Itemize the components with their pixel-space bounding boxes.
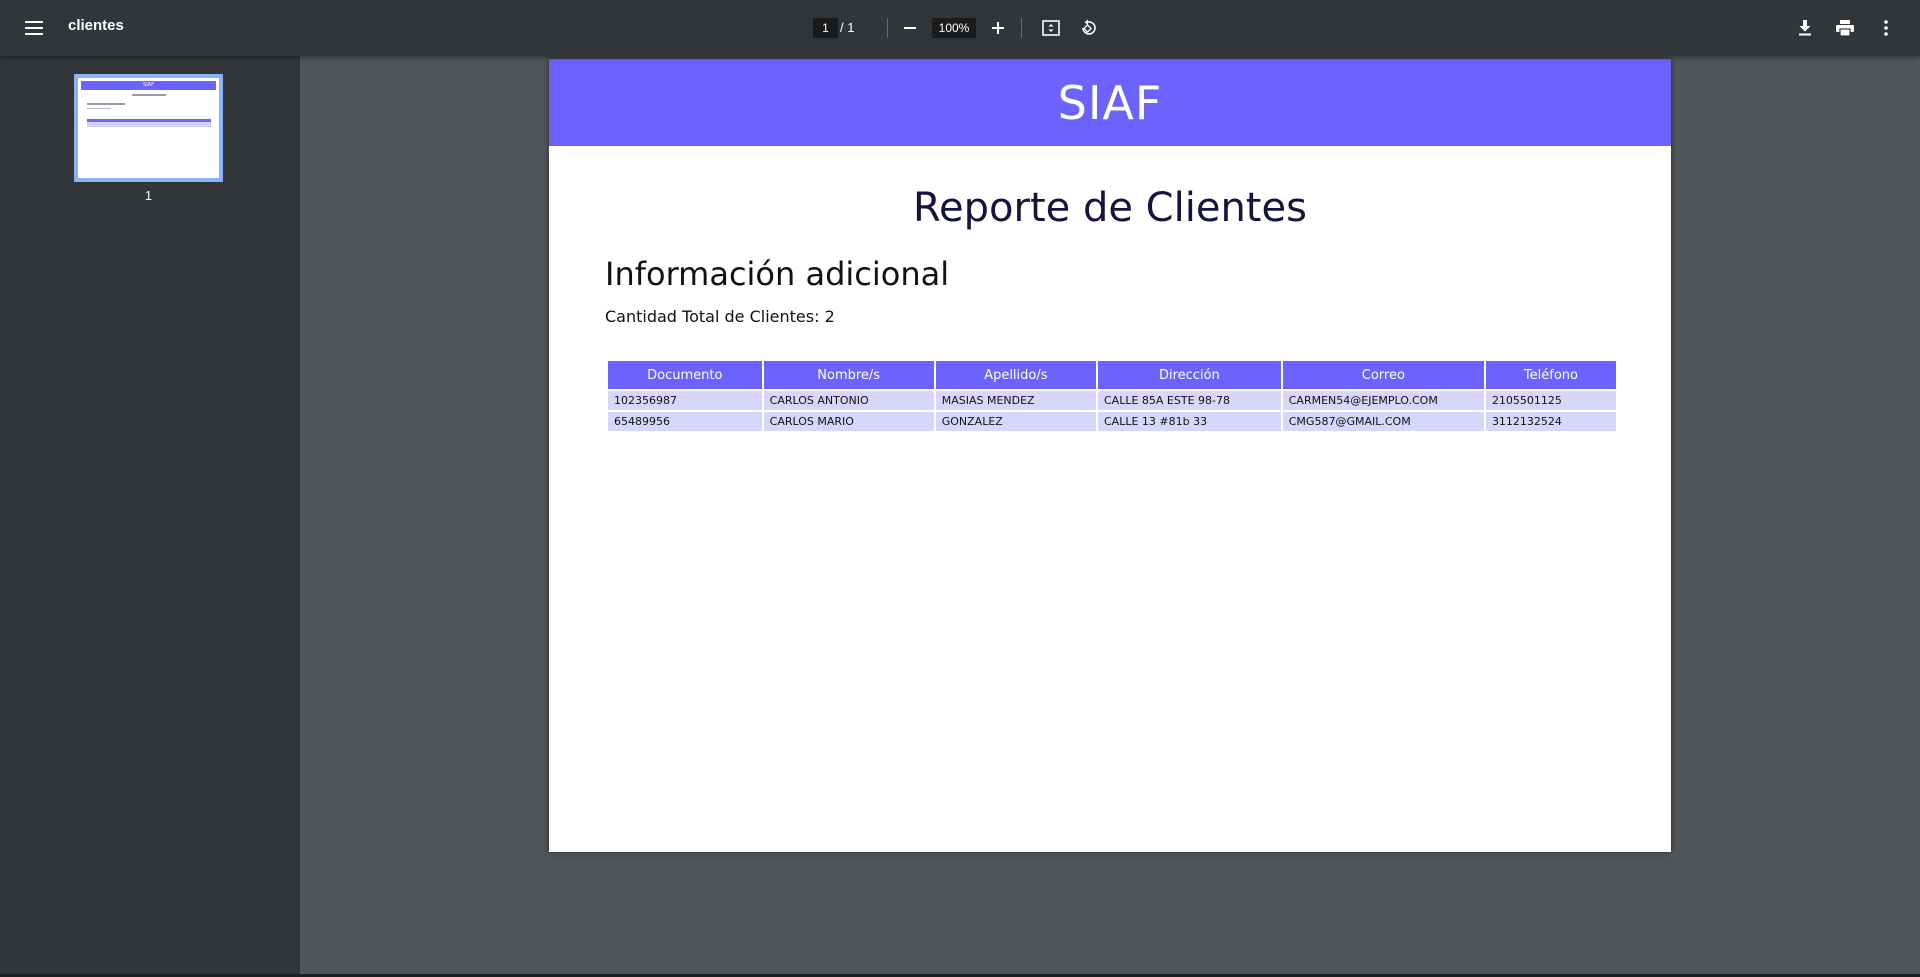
table-cell: CARMEN54@EJEMPLO.COM (1282, 391, 1484, 410)
toolbar-divider (887, 18, 888, 38)
thumbnail-page-number: 1 (144, 188, 153, 203)
thumbnail-section-line (87, 103, 125, 105)
table-cell: CALLE 85A ESTE 98-78 (1097, 391, 1281, 410)
table-cell: 65489956 (608, 412, 762, 431)
column-header-telefono: Teléfono (1485, 361, 1616, 389)
table-cell: CALLE 13 #81b 33 (1097, 412, 1281, 431)
hamburger-icon[interactable] (22, 16, 46, 40)
table-cell: MASIAS MENDEZ (935, 391, 1096, 410)
page-count: / 1 (840, 20, 855, 35)
thumbnail-banner: SIAF (81, 81, 216, 90)
plus-icon[interactable] (986, 16, 1010, 40)
table-header-row: Documento Nombre/s Apellido/s Dirección … (608, 361, 1616, 389)
table-cell: 102356987 (608, 391, 762, 410)
thumbnail-text-line (87, 108, 111, 109)
document-title: clientes (68, 17, 124, 34)
clients-table: Documento Nombre/s Apellido/s Dirección … (606, 359, 1618, 433)
zoom-input[interactable]: 100% (932, 18, 976, 38)
rotate-icon[interactable] (1076, 16, 1100, 40)
column-header-correo: Correo (1282, 361, 1484, 389)
table-cell: GONZALEZ (935, 412, 1096, 431)
table-row: 102356987 CARLOS ANTONIO MASIAS MENDEZ C… (608, 391, 1616, 410)
table-cell: CARLOS MARIO (763, 412, 934, 431)
pdf-page: SIAF Reporte de Clientes Información adi… (549, 59, 1671, 852)
print-icon[interactable] (1833, 16, 1857, 40)
table-row: 65489956 CARLOS MARIO GONZALEZ CALLE 13 … (608, 412, 1616, 431)
section-title: Información adicional (605, 255, 950, 293)
column-header-apellido: Apellido/s (935, 361, 1096, 389)
column-header-nombre: Nombre/s (763, 361, 934, 389)
page-thumbnail[interactable]: SIAF (74, 74, 223, 182)
minus-icon[interactable] (898, 16, 922, 40)
banner-title: SIAF (1057, 75, 1163, 130)
table-cell: 3112132524 (1485, 412, 1616, 431)
page-number-input[interactable]: 1 (813, 18, 838, 38)
toolbar-divider (1021, 18, 1022, 38)
total-clients-line: Cantidad Total de Clientes: 2 (605, 307, 835, 326)
table-cell: CARLOS ANTONIO (763, 391, 934, 410)
report-banner: SIAF (549, 59, 1671, 146)
fit-page-icon[interactable] (1039, 16, 1063, 40)
thumbnail-title-line (131, 94, 166, 96)
total-clients-label: Cantidad Total de Clientes: (605, 307, 820, 326)
table-cell: 2105501125 (1485, 391, 1616, 410)
report-title: Reporte de Clientes (913, 185, 1307, 231)
thumbnail-sidebar: SIAF 1 (0, 56, 300, 977)
thumbnail-table (87, 119, 211, 127)
column-header-documento: Documento (608, 361, 762, 389)
total-clients-value: 2 (824, 307, 835, 326)
table-cell: CMG587@GMAIL.COM (1282, 412, 1484, 431)
pdf-toolbar: clientes 1 / 1 100% (0, 0, 1920, 56)
download-icon[interactable] (1793, 16, 1817, 40)
more-vert-icon[interactable] (1874, 16, 1898, 40)
column-header-direccion: Dirección (1097, 361, 1281, 389)
thumbnail-banner-text: SIAF (143, 82, 154, 88)
